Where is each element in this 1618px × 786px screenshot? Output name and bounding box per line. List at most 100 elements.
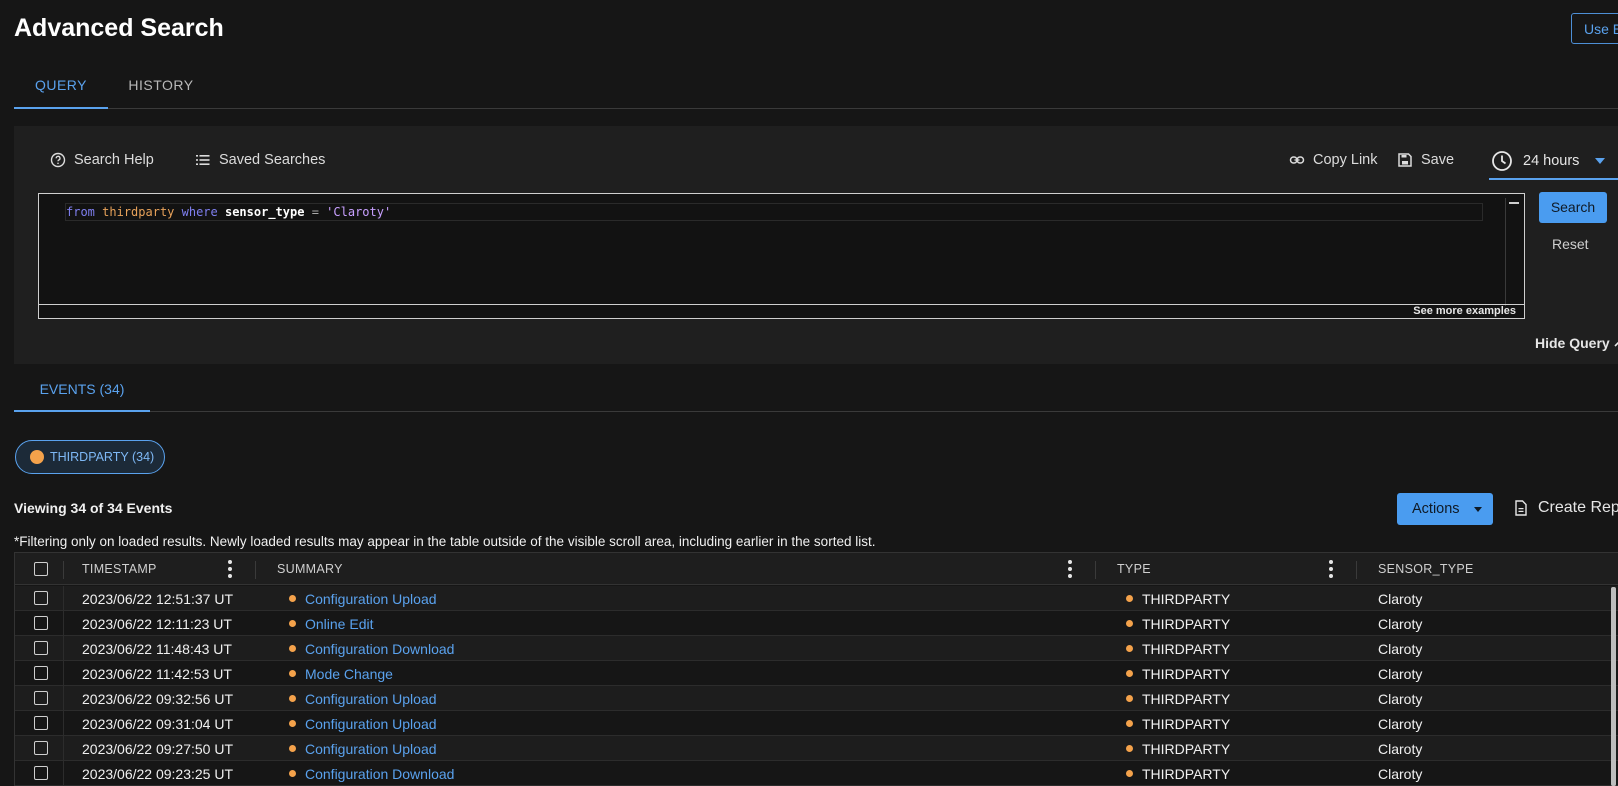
column-header-summary[interactable]: SUMMARY (277, 562, 343, 576)
query-editor[interactable]: from thirdparty where sensor_type = 'Cla… (38, 193, 1525, 319)
kebab-icon[interactable] (1329, 560, 1333, 578)
kebab-icon[interactable] (228, 560, 232, 578)
cell-summary-link[interactable]: Mode Change (305, 666, 393, 682)
row-checkbox[interactable] (34, 616, 48, 630)
cell-timestamp: 2023/06/22 11:42:53 UT (82, 666, 232, 682)
document-icon (1514, 500, 1528, 516)
row-separator (63, 761, 64, 786)
table-row[interactable]: 2023/06/22 12:11:23 UT Online Edit THIRD… (15, 611, 1618, 636)
cell-type: THIRDPARTY (1142, 716, 1231, 732)
help-circle-icon (50, 152, 66, 168)
cell-summary-link[interactable]: Configuration Download (305, 641, 454, 657)
event-dot (289, 745, 296, 752)
filter-note: *Filtering only on loaded results. Newly… (14, 534, 876, 549)
saved-searches-button[interactable]: Saved Searches (195, 148, 325, 172)
cell-type: THIRDPARTY (1142, 641, 1231, 657)
row-separator (63, 711, 64, 736)
copy-link-button[interactable]: Copy Link (1289, 148, 1377, 172)
time-range-value: 24 hours (1523, 153, 1580, 169)
event-dot (289, 620, 296, 627)
cell-sensor-type: Claroty (1378, 591, 1423, 607)
hide-query-label: Hide Query (1535, 335, 1610, 351)
row-checkbox[interactable] (34, 766, 48, 780)
editor-scrollbar[interactable] (1505, 198, 1521, 306)
table-row[interactable]: 2023/06/22 09:27:50 UT Configuration Upl… (15, 736, 1618, 761)
tab-history[interactable]: HISTORY (114, 66, 208, 109)
cell-summary-link[interactable]: Online Edit (305, 616, 373, 632)
row-separator (63, 661, 64, 686)
event-dot (1126, 645, 1133, 652)
cell-timestamp: 2023/06/22 09:31:04 UT (82, 716, 234, 732)
actions-button[interactable]: Actions (1397, 493, 1493, 525)
kebab-icon[interactable] (1068, 560, 1072, 578)
cell-sensor-type: Claroty (1378, 766, 1423, 782)
row-checkbox[interactable] (34, 741, 48, 755)
column-header-type[interactable]: TYPE (1117, 562, 1151, 576)
events-tabs: EVENTS (34) (14, 366, 1618, 412)
select-all-checkbox[interactable] (34, 562, 48, 576)
column-header-timestamp[interactable]: TIMESTAMP (82, 562, 157, 576)
hide-query-toggle[interactable]: Hide Query (1535, 335, 1618, 351)
advanced-search-page: Advanced Search Use E QUERY HISTORY Sear… (0, 0, 1618, 786)
event-dot (1126, 620, 1133, 627)
list-icon (195, 152, 211, 168)
query-field: sensor_type (224, 205, 305, 219)
cell-summary-link[interactable]: Configuration Upload (305, 741, 437, 757)
row-checkbox[interactable] (34, 641, 48, 655)
column-header-sensor-type[interactable]: SENSOR_TYPE (1378, 562, 1474, 576)
cell-type: THIRDPARTY (1142, 766, 1231, 782)
row-checkbox[interactable] (34, 716, 48, 730)
chevron-down-icon (1473, 506, 1482, 512)
query-keyword-where: where (181, 205, 218, 219)
saved-searches-label: Saved Searches (219, 152, 326, 168)
table-scrollbar[interactable] (1611, 587, 1616, 786)
query-table: thirdparty (102, 205, 175, 219)
table-row[interactable]: 2023/06/22 09:23:25 UT Configuration Dow… (15, 761, 1618, 786)
clock-icon (1491, 150, 1513, 172)
search-help-label: Search Help (74, 152, 154, 168)
cell-type: THIRDPARTY (1142, 666, 1231, 682)
search-help-button[interactable]: Search Help (50, 148, 154, 172)
top-right-button[interactable]: Use E (1571, 13, 1618, 44)
table-row[interactable]: 2023/06/22 09:32:56 UT Configuration Upl… (15, 686, 1618, 711)
event-dot (1126, 670, 1133, 677)
cell-summary-link[interactable]: Configuration Download (305, 766, 454, 782)
save-query-button[interactable]: Save (1397, 148, 1454, 172)
time-range-select[interactable]: 24 hours (1489, 144, 1618, 180)
table-row[interactable]: 2023/06/22 12:51:37 UT Configuration Upl… (15, 586, 1618, 611)
row-checkbox[interactable] (34, 591, 48, 605)
link-icon (1289, 152, 1305, 168)
cell-sensor-type: Claroty (1378, 741, 1423, 757)
cell-summary-link[interactable]: Configuration Upload (305, 591, 437, 607)
viewing-count: Viewing 34 of 34 Events (14, 500, 173, 516)
table-row[interactable]: 2023/06/22 11:42:53 UT Mode Change THIRD… (15, 661, 1618, 686)
chip-label: THIRDPARTY (34) (50, 450, 155, 464)
query-operator: = (311, 205, 319, 219)
tab-query[interactable]: QUERY (14, 66, 108, 109)
cell-type: THIRDPARTY (1142, 616, 1231, 632)
row-checkbox[interactable] (34, 666, 48, 680)
cell-timestamp: 2023/06/22 12:51:37 UT (82, 591, 234, 607)
row-separator (63, 736, 64, 761)
query-line[interactable]: from thirdparty where sensor_type = 'Cla… (65, 203, 1483, 221)
search-button[interactable]: Search (1539, 192, 1607, 223)
table-row[interactable]: 2023/06/22 11:48:43 UT Configuration Dow… (15, 636, 1618, 661)
tab-events[interactable]: EVENTS (34) (14, 366, 150, 412)
create-report-label: Create Rep (1538, 499, 1618, 516)
cell-timestamp: 2023/06/22 12:11:23 UT (82, 616, 232, 632)
chevron-down-icon (1595, 158, 1606, 164)
editor-footer: See more examples (39, 304, 1524, 318)
see-more-examples-link[interactable]: See more examples (1413, 305, 1516, 317)
event-dot (289, 720, 296, 727)
create-report-button[interactable]: Create Rep (1514, 499, 1618, 517)
cell-summary-link[interactable]: Configuration Upload (305, 716, 437, 732)
row-separator (63, 611, 64, 636)
row-separator (63, 686, 64, 711)
cell-summary-link[interactable]: Configuration Upload (305, 691, 437, 707)
cell-sensor-type: Claroty (1378, 641, 1423, 657)
table-row[interactable]: 2023/06/22 09:31:04 UT Configuration Upl… (15, 711, 1618, 736)
reset-button[interactable]: Reset (1552, 236, 1589, 252)
editor-scroll-thumb[interactable] (1509, 202, 1519, 204)
row-checkbox[interactable] (34, 691, 48, 705)
thirdparty-filter-chip[interactable]: THIRDPARTY (34) (15, 440, 165, 474)
